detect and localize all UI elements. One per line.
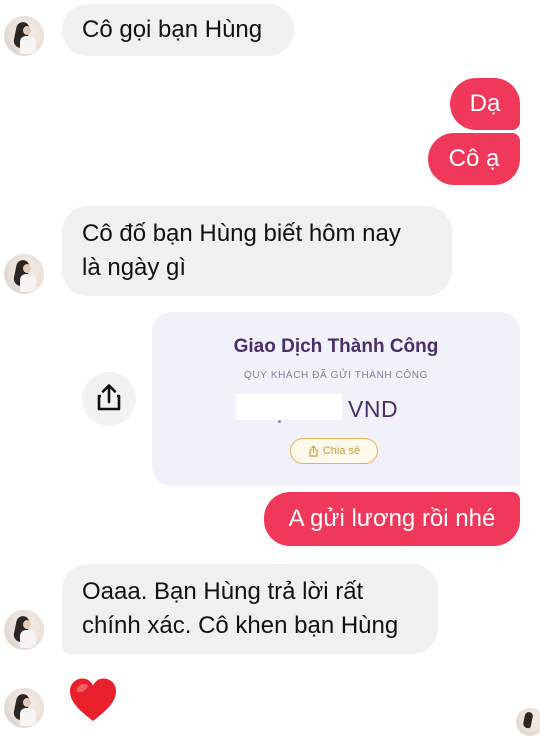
message-text: Cô ạ	[448, 145, 500, 172]
message-line: là ngày gì	[82, 254, 187, 281]
share-chip-label: Chia sẻ	[322, 445, 361, 457]
receipt-subtitle: QUÝ KHÁCH ĐÃ GỬI THÀNH CÔNG	[243, 370, 429, 381]
contact-avatar[interactable]	[4, 16, 44, 56]
message-text: Dạ	[469, 90, 501, 117]
contact-avatar[interactable]	[4, 254, 44, 294]
message-text: A gửi lương rồi nhé	[288, 505, 496, 532]
incoming-message[interactable]: Cô đố bạn Hùng biết hôm nay là ngày gì	[62, 206, 452, 296]
outgoing-message[interactable]: A gửi lương rồi nhé	[264, 492, 520, 546]
message-line: Cô đố bạn Hùng biết hôm nay	[82, 220, 401, 247]
outgoing-message[interactable]: Cô ạ	[428, 133, 520, 185]
heart-emoji[interactable]	[68, 677, 118, 722]
incoming-message[interactable]: Oaaa. Bạn Hùng trả lời rất chính xác. Cô…	[62, 564, 438, 654]
share-icon	[97, 384, 121, 411]
read-receipt-avatar	[516, 708, 540, 736]
transfer-receipt-card[interactable]: Giao Dịch Thành Công QUÝ KHÁCH ĐÃ GỬI TH…	[152, 312, 520, 486]
receipt-title: Giao Dịch Thành Công	[233, 336, 439, 357]
message-line: chính xác. Cô khen bạn Hùng	[82, 612, 399, 639]
contact-avatar[interactable]	[4, 688, 44, 728]
receipt-share-chip[interactable]: Chia sẻ	[290, 438, 378, 464]
receipt-currency: VND	[348, 396, 399, 422]
incoming-message[interactable]: Cô gọi bạn Hùng	[62, 4, 294, 56]
amount-separator	[278, 420, 281, 423]
outgoing-message[interactable]: Dạ	[450, 78, 520, 130]
contact-avatar[interactable]	[4, 610, 44, 650]
share-button[interactable]	[82, 372, 136, 426]
message-line: Oaaa. Bạn Hùng trả lời rất	[82, 578, 364, 605]
receipt-amount	[236, 394, 342, 420]
share-icon	[309, 445, 318, 457]
message-text: Cô gọi bạn Hùng	[82, 16, 263, 43]
